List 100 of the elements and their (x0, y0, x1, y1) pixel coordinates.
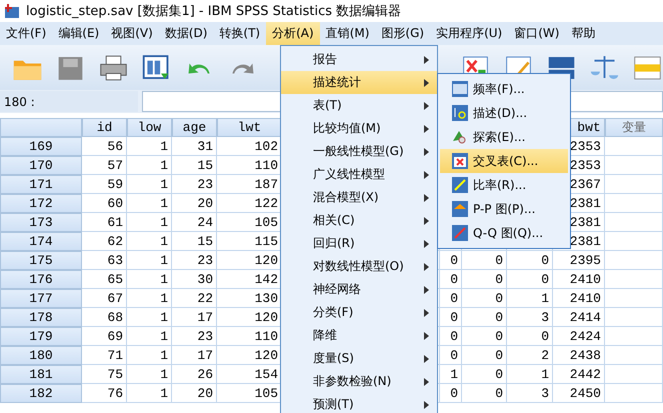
menu-item[interactable]: 文件(F) (0, 22, 52, 45)
empty-cell (605, 384, 663, 403)
table-cell: 20 (172, 384, 217, 403)
menu-item[interactable]: 表(T) (281, 94, 437, 117)
column-header[interactable]: id (82, 118, 127, 137)
table-cell: 24 (172, 213, 217, 232)
table-cell: 1 (127, 251, 172, 270)
empty-cell (605, 251, 663, 270)
row-header[interactable]: 172 (0, 194, 82, 213)
menu-item[interactable]: 降维 (281, 324, 437, 347)
menu-item[interactable]: 回归(R) (281, 232, 437, 255)
chart-tile-icon (452, 201, 468, 217)
table-cell: 62 (82, 232, 127, 251)
table-cell: 2410 (553, 289, 605, 308)
table-cell: 31 (172, 137, 217, 156)
menu-item[interactable]: 神经网络 (281, 278, 437, 301)
table-cell: 0 (462, 270, 507, 289)
table-cell: 2414 (553, 308, 605, 327)
table-cell: 67 (82, 289, 127, 308)
table-cell: 71 (82, 346, 127, 365)
menu-item[interactable]: 转换(T) (213, 22, 266, 45)
menu-item[interactable]: 编辑(E) (52, 22, 106, 45)
menu-item[interactable]: 频率(F)... (440, 77, 568, 101)
table-cell: 2450 (553, 384, 605, 403)
menu-item[interactable]: 对数线性模型(O) (281, 255, 437, 278)
menu-item[interactable]: 直销(M) (320, 22, 376, 45)
menu-item[interactable]: 描述统计 (281, 71, 437, 94)
table-cell: 0 (440, 327, 462, 346)
table-cell: 0 (507, 327, 553, 346)
empty-cell (605, 194, 663, 213)
menu-item[interactable]: 混合模型(X) (281, 186, 437, 209)
table-cell: 0 (507, 251, 553, 270)
table-cell: 0 (462, 384, 507, 403)
row-header[interactable]: 179 (0, 327, 82, 346)
table-cell: 0 (440, 289, 462, 308)
table-cell: 2424 (553, 327, 605, 346)
table-cell: 63 (82, 251, 127, 270)
statistics-tile-icon (452, 105, 468, 121)
table-cell: 1 (127, 213, 172, 232)
table-cell: 0 (440, 384, 462, 403)
column-header[interactable]: lwt (217, 118, 282, 137)
row-header[interactable]: 171 (0, 175, 82, 194)
row-header[interactable]: 170 (0, 156, 82, 175)
table-cell: 1 (127, 289, 172, 308)
menu-item[interactable]: 实用程序(U) (430, 22, 508, 45)
table-cell: 23 (172, 327, 217, 346)
menu-item[interactable]: 视图(V) (105, 22, 159, 45)
table-cell: 22 (172, 289, 217, 308)
table-cell: 0 (440, 251, 462, 270)
table-cell: 60 (82, 194, 127, 213)
row-header[interactable]: 181 (0, 365, 82, 384)
table-cell: 1 (507, 289, 553, 308)
number-tile-icon (452, 81, 468, 97)
menu-item[interactable]: 度量(S) (281, 347, 437, 370)
empty-cell (605, 327, 663, 346)
table-cell: 0 (462, 365, 507, 384)
table-cell: 1 (127, 365, 172, 384)
table-cell: 23 (172, 251, 217, 270)
menu-item[interactable]: 交叉表(C)... (440, 149, 568, 173)
row-header[interactable]: 180 (0, 346, 82, 365)
empty-cell (605, 156, 663, 175)
app-icon (4, 3, 20, 19)
menu-item[interactable]: 分类(F) (281, 301, 437, 324)
empty-cell (605, 232, 663, 251)
column-header[interactable]: age (172, 118, 217, 137)
menu-item[interactable]: 图形(G) (375, 22, 430, 45)
row-header[interactable]: 178 (0, 308, 82, 327)
menu-item[interactable]: 分析(A) (266, 22, 320, 45)
menu-item[interactable]: 报告 (281, 48, 437, 71)
empty-cell (605, 289, 663, 308)
table-cell: 0 (440, 346, 462, 365)
table-cell: 0 (462, 346, 507, 365)
row-header[interactable]: 176 (0, 270, 82, 289)
menu-item[interactable]: 广义线性模型 (281, 163, 437, 186)
row-header[interactable]: 182 (0, 384, 82, 403)
menu-item[interactable]: 帮助 (565, 22, 602, 45)
menu-item[interactable]: 数据(D) (158, 22, 214, 45)
menu-item[interactable]: 窗口(W) (508, 22, 566, 45)
menu-item[interactable]: 比较均值(M) (281, 117, 437, 140)
menu-item[interactable]: 相关(C) (281, 209, 437, 232)
table-icon (452, 153, 468, 169)
row-header[interactable]: 175 (0, 251, 82, 270)
column-header[interactable]: 变量 (605, 118, 663, 137)
empty-cell (605, 270, 663, 289)
empty-cell (605, 175, 663, 194)
menu-item[interactable]: 一般线性模型(G) (281, 140, 437, 163)
table-cell: 1 (127, 327, 172, 346)
chart-tile-icon (452, 225, 468, 241)
row-header[interactable]: 169 (0, 137, 82, 156)
row-header[interactable]: 173 (0, 213, 82, 232)
magnifier-icon (452, 129, 468, 145)
menu-item[interactable]: 非参数检验(N) (281, 370, 437, 393)
cell-reference: 180 : (0, 91, 138, 112)
table-cell: 0 (440, 308, 462, 327)
column-header[interactable]: low (127, 118, 172, 137)
table-cell: 1 (127, 137, 172, 156)
row-header[interactable]: 177 (0, 289, 82, 308)
table-cell: 2410 (553, 270, 605, 289)
menu-item[interactable]: 预测(T) (281, 393, 437, 413)
row-header[interactable]: 174 (0, 232, 82, 251)
